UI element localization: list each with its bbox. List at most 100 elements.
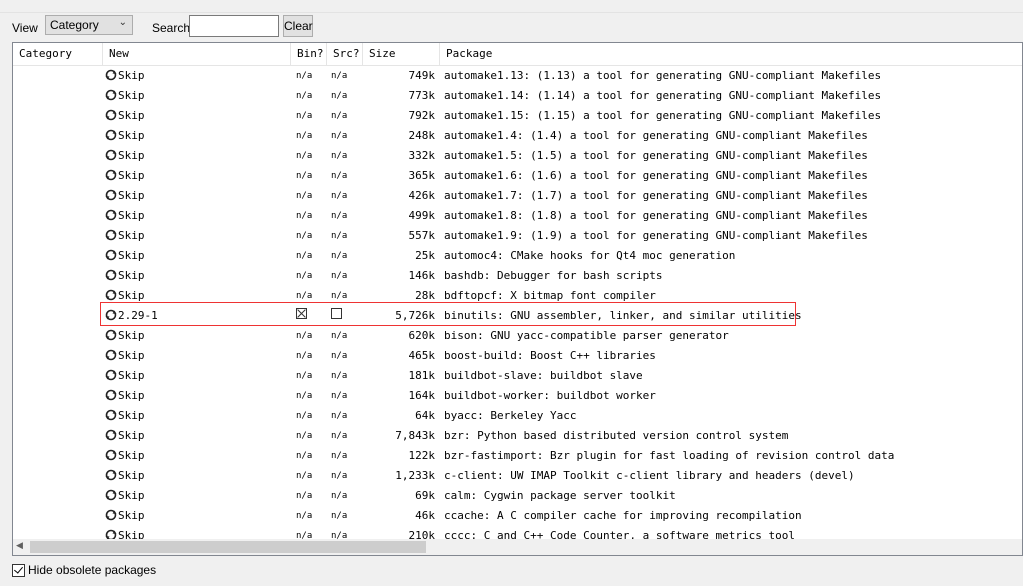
table-row[interactable]: Skip n/a n/a 792k automake1.15: (1.15) a too… — [13, 106, 1022, 126]
table-row[interactable]: Skip n/a n/a 773k automake1.14: (1.14) a too… — [13, 86, 1022, 106]
table-row[interactable]: Skip n/a n/a 365k automake1.6: (1.6) a tool … — [13, 166, 1022, 186]
table-row[interactable]: Skip n/a n/a 69k calm: Cygwin package server… — [13, 486, 1022, 506]
cycle-icon[interactable] — [105, 428, 117, 441]
new-action-label: Skip — [118, 389, 145, 402]
table-row[interactable]: Skip n/a n/a 146k bashdb: Debugger for bash … — [13, 266, 1022, 286]
bin-checkbox-box[interactable] — [296, 308, 307, 319]
bin-cell: n/a — [296, 211, 313, 221]
table-row[interactable]: Skip n/a n/a 25k automoc4: CMake hooks for Q… — [13, 246, 1022, 266]
table-row[interactable]: Skip n/a n/a 499k automake1.8: (1.8) a tool … — [13, 206, 1022, 226]
cycle-icon[interactable] — [105, 528, 117, 539]
new-action-cell[interactable]: Skip — [105, 86, 145, 106]
table-row[interactable]: Skip n/a n/a 122k bzr-fastimport: Bzr plugin… — [13, 446, 1022, 466]
new-action-cell[interactable]: Skip — [105, 126, 145, 146]
cycle-icon[interactable] — [105, 128, 117, 141]
cycle-icon[interactable] — [105, 188, 117, 201]
new-action-cell[interactable]: Skip — [105, 446, 145, 466]
new-action-cell[interactable]: Skip — [105, 406, 145, 426]
new-action-cell[interactable]: Skip — [105, 66, 145, 86]
cycle-icon[interactable] — [105, 88, 117, 101]
table-row[interactable]: Skip n/a n/a 557k automake1.9: (1.9) a tool … — [13, 226, 1022, 246]
cycle-icon[interactable] — [105, 448, 117, 461]
table-row[interactable]: Skip n/a n/a 1,233k c-client: UW IMAP Toolki… — [13, 466, 1022, 486]
view-select[interactable]: Category ⌄ — [45, 15, 133, 35]
column-header: Category New Bin? Src? Size Package — [13, 43, 1022, 66]
new-action-cell[interactable]: Skip — [105, 386, 145, 406]
new-action-cell[interactable]: Skip — [105, 346, 145, 366]
new-action-cell[interactable]: Skip — [105, 166, 145, 186]
cycle-icon[interactable] — [105, 148, 117, 161]
clear-button[interactable]: Clear — [283, 15, 313, 37]
table-row[interactable]: Skip n/a n/a 465k boost-build: Boost C++ lib… — [13, 346, 1022, 366]
new-action-cell[interactable]: Skip — [105, 146, 145, 166]
cycle-icon[interactable] — [105, 108, 117, 121]
table-row[interactable]: Skip n/a n/a 749k automake1.13: (1.13) a too… — [13, 66, 1022, 86]
scroll-left-icon[interactable]: ◀ — [16, 541, 23, 551]
cycle-icon[interactable] — [105, 328, 117, 341]
cycle-icon[interactable] — [105, 348, 117, 361]
new-action-cell[interactable]: Skip — [105, 466, 145, 486]
column-header-new[interactable]: New — [103, 43, 291, 65]
new-action-cell[interactable]: Skip — [105, 226, 145, 246]
table-row[interactable]: Skip n/a n/a 248k automake1.4: (1.4) a tool … — [13, 126, 1022, 146]
src-checkbox[interactable] — [331, 306, 342, 326]
package-cell: cccc: C and C++ Code Counter, a software… — [444, 529, 795, 539]
cycle-icon[interactable] — [105, 208, 117, 221]
cycle-icon[interactable] — [105, 168, 117, 181]
cycle-icon[interactable] — [105, 468, 117, 481]
table-row[interactable]: Skip n/a n/a 164k buildbot-worker: buildbot … — [13, 386, 1022, 406]
horizontal-scrollbar[interactable]: ◀ — [13, 539, 1022, 555]
new-action-cell[interactable]: Skip — [105, 526, 145, 539]
size-cell: 5,726k — [395, 309, 435, 322]
table-row[interactable]: Skip n/a n/a 620k bison: GNU yacc-compatible… — [13, 326, 1022, 346]
cycle-icon[interactable] — [105, 248, 117, 261]
cycle-icon[interactable] — [105, 308, 117, 321]
column-header-package[interactable]: Package — [440, 43, 1022, 65]
new-action-cell[interactable]: Skip — [105, 286, 145, 306]
cycle-icon[interactable] — [105, 388, 117, 401]
package-cell: automake1.4: (1.4) a tool for generating… — [444, 129, 868, 142]
new-action-cell[interactable]: Skip — [105, 426, 145, 446]
scrollbar-thumb[interactable] — [30, 541, 426, 553]
new-action-cell[interactable]: 2.29-1 — [105, 306, 158, 326]
cycle-icon[interactable] — [105, 408, 117, 421]
table-row[interactable]: Skip n/a n/a 210k cccc: C and C++ Code Count… — [13, 526, 1022, 539]
new-action-cell[interactable]: Skip — [105, 186, 145, 206]
hide-obsolete-checkbox[interactable] — [12, 564, 25, 577]
table-row[interactable]: Skip n/a n/a 332k automake1.5: (1.5) a tool … — [13, 146, 1022, 166]
new-action-cell[interactable]: Skip — [105, 206, 145, 226]
cycle-icon[interactable] — [105, 228, 117, 241]
src-cell: n/a — [331, 291, 348, 301]
package-list[interactable]: Category New Bin? Src? Size Package Skip… — [12, 42, 1023, 556]
new-action-cell[interactable]: Skip — [105, 486, 145, 506]
new-action-cell[interactable]: Skip — [105, 106, 145, 126]
new-action-label: Skip — [118, 269, 145, 282]
bin-checkbox[interactable] — [296, 306, 307, 326]
cycle-icon[interactable] — [105, 368, 117, 381]
column-header-category[interactable]: Category — [13, 43, 103, 65]
column-header-bin[interactable]: Bin? — [291, 43, 327, 65]
new-action-cell[interactable]: Skip — [105, 506, 145, 526]
table-row[interactable]: Skip n/a n/a 28k bdftopcf: X bitmap font com… — [13, 286, 1022, 306]
search-input[interactable] — [189, 15, 279, 37]
src-checkbox-box[interactable] — [331, 308, 342, 319]
new-action-cell[interactable]: Skip — [105, 366, 145, 386]
table-row[interactable]: Skip n/a n/a 426k automake1.7: (1.7) a tool … — [13, 186, 1022, 206]
table-row[interactable]: Skip n/a n/a 46k ccache: A C compiler cache … — [13, 506, 1022, 526]
package-cell: automoc4: CMake hooks for Qt4 moc genera… — [444, 249, 736, 262]
new-action-cell[interactable]: Skip — [105, 326, 145, 346]
cycle-icon[interactable] — [105, 68, 117, 81]
table-row[interactable]: 2.29-1 5,726k binutils: GNU assembler, lin… — [13, 306, 1022, 326]
table-row[interactable]: Skip n/a n/a 64k byacc: Berkeley Yacc — [13, 406, 1022, 426]
cycle-icon[interactable] — [105, 488, 117, 501]
cycle-icon[interactable] — [105, 288, 117, 301]
new-action-cell[interactable]: Skip — [105, 246, 145, 266]
cycle-icon[interactable] — [105, 508, 117, 521]
table-row[interactable]: Skip n/a n/a 7,843k bzr: Python based distri… — [13, 426, 1022, 446]
new-action-cell[interactable]: Skip — [105, 266, 145, 286]
table-row[interactable]: Skip n/a n/a 181k buildbot-slave: buildbot s… — [13, 366, 1022, 386]
cycle-icon[interactable] — [105, 268, 117, 281]
search-label: Search — [152, 21, 191, 35]
column-header-src[interactable]: Src? — [327, 43, 363, 65]
column-header-size[interactable]: Size — [363, 43, 440, 65]
